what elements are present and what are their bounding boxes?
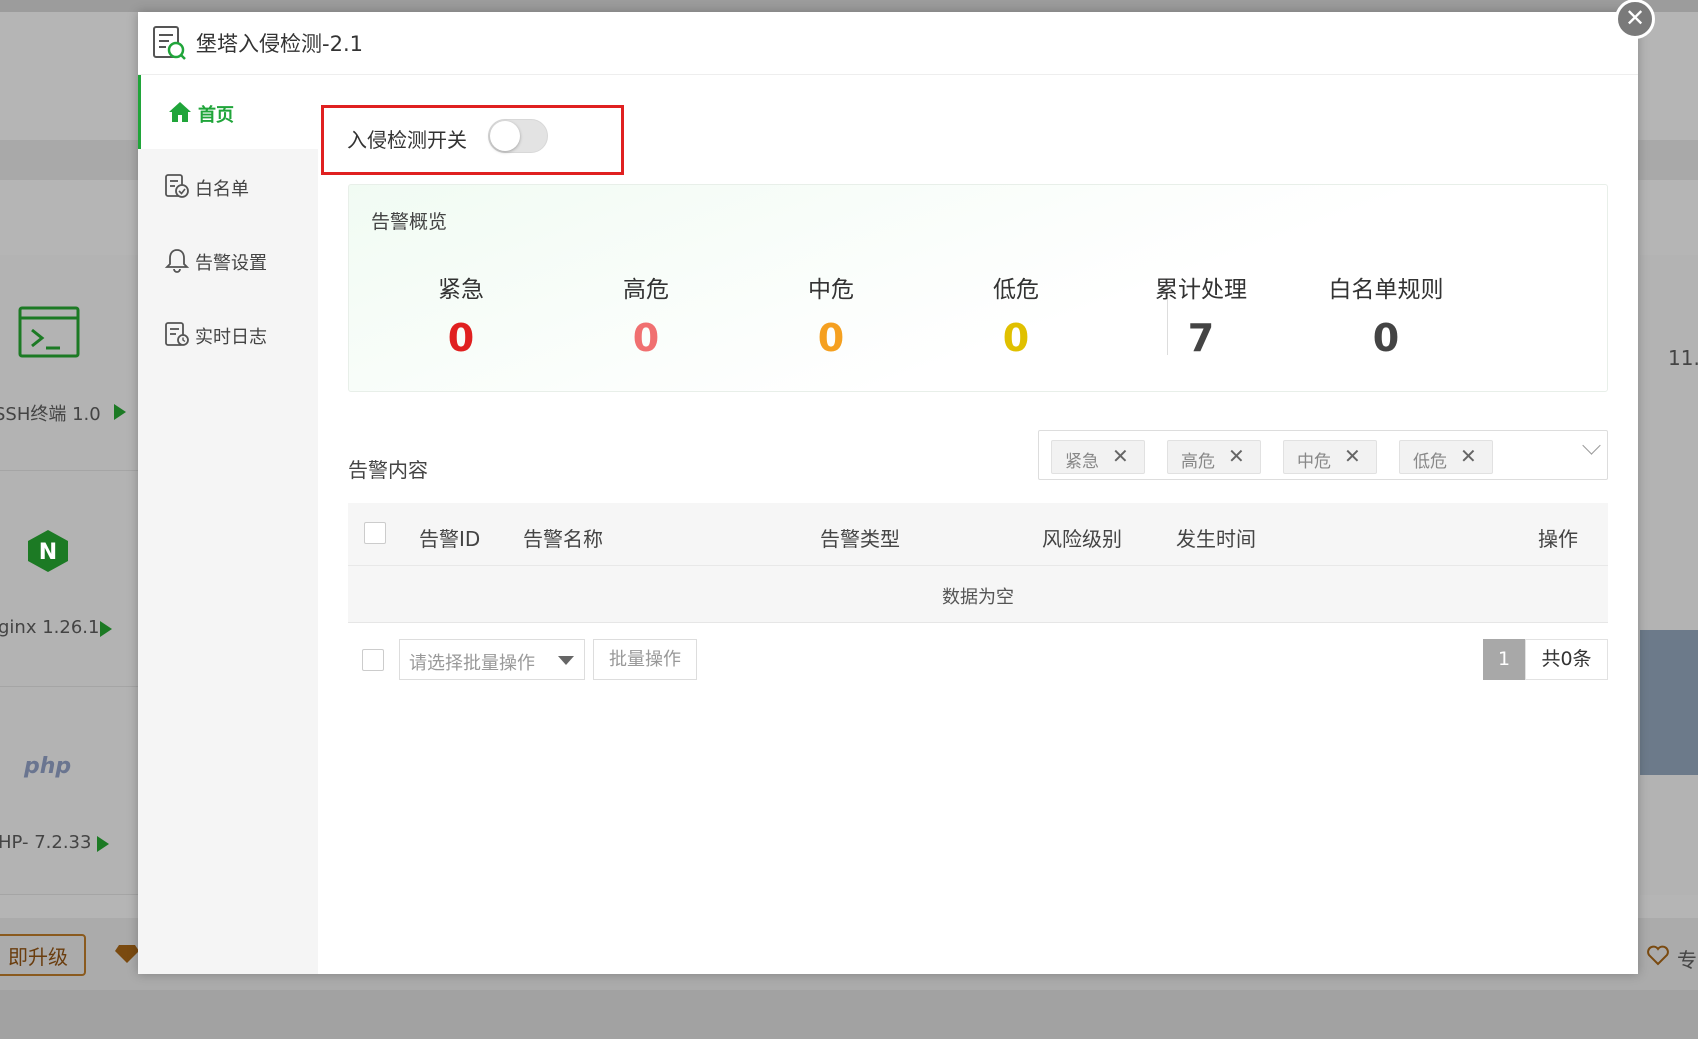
play-icon[interactable] xyxy=(97,836,109,852)
background-divider xyxy=(0,894,138,895)
column-risk-level[interactable]: 风险级别 xyxy=(1042,523,1122,552)
heart-icon xyxy=(1647,945,1669,966)
sidebar-item-whitelist[interactable]: 白名单 xyxy=(138,149,318,223)
sidebar-item-realtime-log[interactable]: 实时日志 xyxy=(138,297,318,371)
select-all-checkbox[interactable] xyxy=(364,522,386,544)
svg-text:N: N xyxy=(39,540,57,565)
background-app-label: ginx 1.26.1 xyxy=(0,617,100,638)
upgrade-button[interactable]: 即升级 xyxy=(0,934,86,976)
terminal-icon xyxy=(18,306,80,358)
sidebar-item-label: 实时日志 xyxy=(195,327,267,348)
stat-label: 高危 xyxy=(623,277,669,303)
batch-operation-select[interactable]: 请选择批量操作 xyxy=(399,639,585,680)
filter-tag-high: 高危 ✕ xyxy=(1167,440,1261,474)
stat-urgent: 紧急 0 xyxy=(361,270,561,360)
php-icon: php xyxy=(23,754,71,779)
stat-value[interactable]: 0 xyxy=(1286,316,1486,360)
modal-title: 堡塔入侵检测-2.1 xyxy=(196,32,363,56)
stat-value[interactable]: 0 xyxy=(731,316,931,360)
column-alert-name[interactable]: 告警名称 xyxy=(523,523,603,552)
filter-tag-label: 紧急 xyxy=(1065,452,1099,472)
sidebar-item-label: 白名单 xyxy=(195,179,249,200)
filter-tag-label: 中危 xyxy=(1297,452,1331,472)
stat-total-handled: 累计处理 7 xyxy=(1101,270,1301,360)
alert-content-title: 告警内容 xyxy=(348,458,428,482)
batch-operation-button[interactable]: 批量操作 xyxy=(593,639,697,680)
column-time[interactable]: 发生时间 xyxy=(1176,523,1256,552)
stat-value[interactable]: 7 xyxy=(1101,316,1301,360)
filter-tag-label: 高危 xyxy=(1181,452,1215,472)
play-icon[interactable] xyxy=(114,404,126,420)
column-alert-type[interactable]: 告警类型 xyxy=(820,523,900,552)
stat-high: 高危 0 xyxy=(546,270,746,360)
background-app-label: HP- 7.2.33 xyxy=(0,832,92,853)
modal-header: 堡塔入侵检测-2.1 xyxy=(138,12,1638,75)
background-app-label: SSH终端 1.0 xyxy=(0,404,101,425)
home-icon xyxy=(169,102,191,122)
background-value: 11. xyxy=(1668,346,1698,370)
app-logo-icon xyxy=(153,26,186,60)
log-icon xyxy=(165,322,189,346)
background-divider xyxy=(0,470,138,471)
background-text: 专 xyxy=(1677,948,1697,972)
empty-text: 数据为空 xyxy=(942,587,1014,608)
column-action: 操作 xyxy=(1538,527,1578,551)
stat-label: 低危 xyxy=(993,277,1039,303)
stat-value[interactable]: 0 xyxy=(916,316,1116,360)
stat-label: 紧急 xyxy=(438,277,484,303)
chevron-down-icon[interactable] xyxy=(1582,436,1601,455)
sidebar-item-home[interactable]: 首页 xyxy=(138,75,318,149)
intrusion-detection-toggle[interactable] xyxy=(488,119,548,153)
column-alert-id[interactable]: 告警ID xyxy=(419,523,480,552)
sidebar-item-alert-settings[interactable]: 告警设置 xyxy=(138,223,318,297)
remove-tag-icon[interactable]: ✕ xyxy=(1460,444,1477,468)
filter-tag-low: 低危 ✕ xyxy=(1399,440,1493,474)
stat-whitelist-rules: 白名单规则 0 xyxy=(1286,270,1486,360)
toggle-knob xyxy=(490,121,520,151)
filter-tag-medium: 中危 ✕ xyxy=(1283,440,1377,474)
background-topbar xyxy=(0,0,1698,12)
sidebar: 首页 白名单 告警设置 实时日志 xyxy=(138,75,318,974)
table-empty-row: 数据为空 xyxy=(348,566,1608,623)
caret-down-icon xyxy=(558,656,574,665)
stat-value[interactable]: 0 xyxy=(361,316,561,360)
sidebar-item-label: 首页 xyxy=(198,105,234,126)
stat-medium: 中危 0 xyxy=(731,270,931,360)
intrusion-switch-label: 入侵检测开关 xyxy=(347,128,467,152)
alert-overview-panel: 告警概览 紧急 0 高危 0 中危 0 低危 0 累计处理 7 白名单规则 0 xyxy=(348,184,1608,392)
close-icon[interactable]: ✕ xyxy=(1615,0,1655,39)
stat-low: 低危 0 xyxy=(916,270,1116,360)
batch-select-placeholder: 请选择批量操作 xyxy=(409,653,535,674)
alert-table-header: 告警ID 告警名称 告警类型 风险级别 发生时间 操作 xyxy=(348,503,1608,566)
whitelist-icon xyxy=(165,174,189,198)
filter-tag-urgent: 紧急 ✕ xyxy=(1051,440,1145,474)
background-chart xyxy=(1640,630,1698,775)
pagination-total: 共0条 xyxy=(1525,639,1608,680)
stat-label: 中危 xyxy=(808,277,854,303)
diamond-icon xyxy=(115,945,139,963)
overview-title: 告警概览 xyxy=(371,211,448,233)
svg-text:php: php xyxy=(23,754,71,779)
batch-select-checkbox[interactable] xyxy=(362,649,384,671)
play-icon[interactable] xyxy=(100,621,112,637)
intrusion-detection-modal: 堡塔入侵检测-2.1 首页 白名单 告警设置 实时日志 入侵检测开关 告警概览 … xyxy=(138,12,1638,974)
stat-label: 累计处理 xyxy=(1155,277,1247,303)
remove-tag-icon[interactable]: ✕ xyxy=(1112,444,1129,468)
sidebar-item-label: 告警设置 xyxy=(195,253,267,274)
background-divider xyxy=(0,686,138,687)
nginx-icon: N xyxy=(28,530,68,572)
background-footer xyxy=(0,990,1698,1039)
remove-tag-icon[interactable]: ✕ xyxy=(1228,444,1245,468)
bell-icon xyxy=(164,249,190,273)
stat-label: 白名单规则 xyxy=(1328,277,1444,303)
filter-tag-label: 低危 xyxy=(1413,452,1447,472)
pagination-page[interactable]: 1 xyxy=(1483,639,1525,680)
risk-level-filter[interactable]: 紧急 ✕ 高危 ✕ 中危 ✕ 低危 ✕ xyxy=(1038,430,1608,480)
remove-tag-icon[interactable]: ✕ xyxy=(1344,444,1361,468)
stat-value[interactable]: 0 xyxy=(546,316,746,360)
